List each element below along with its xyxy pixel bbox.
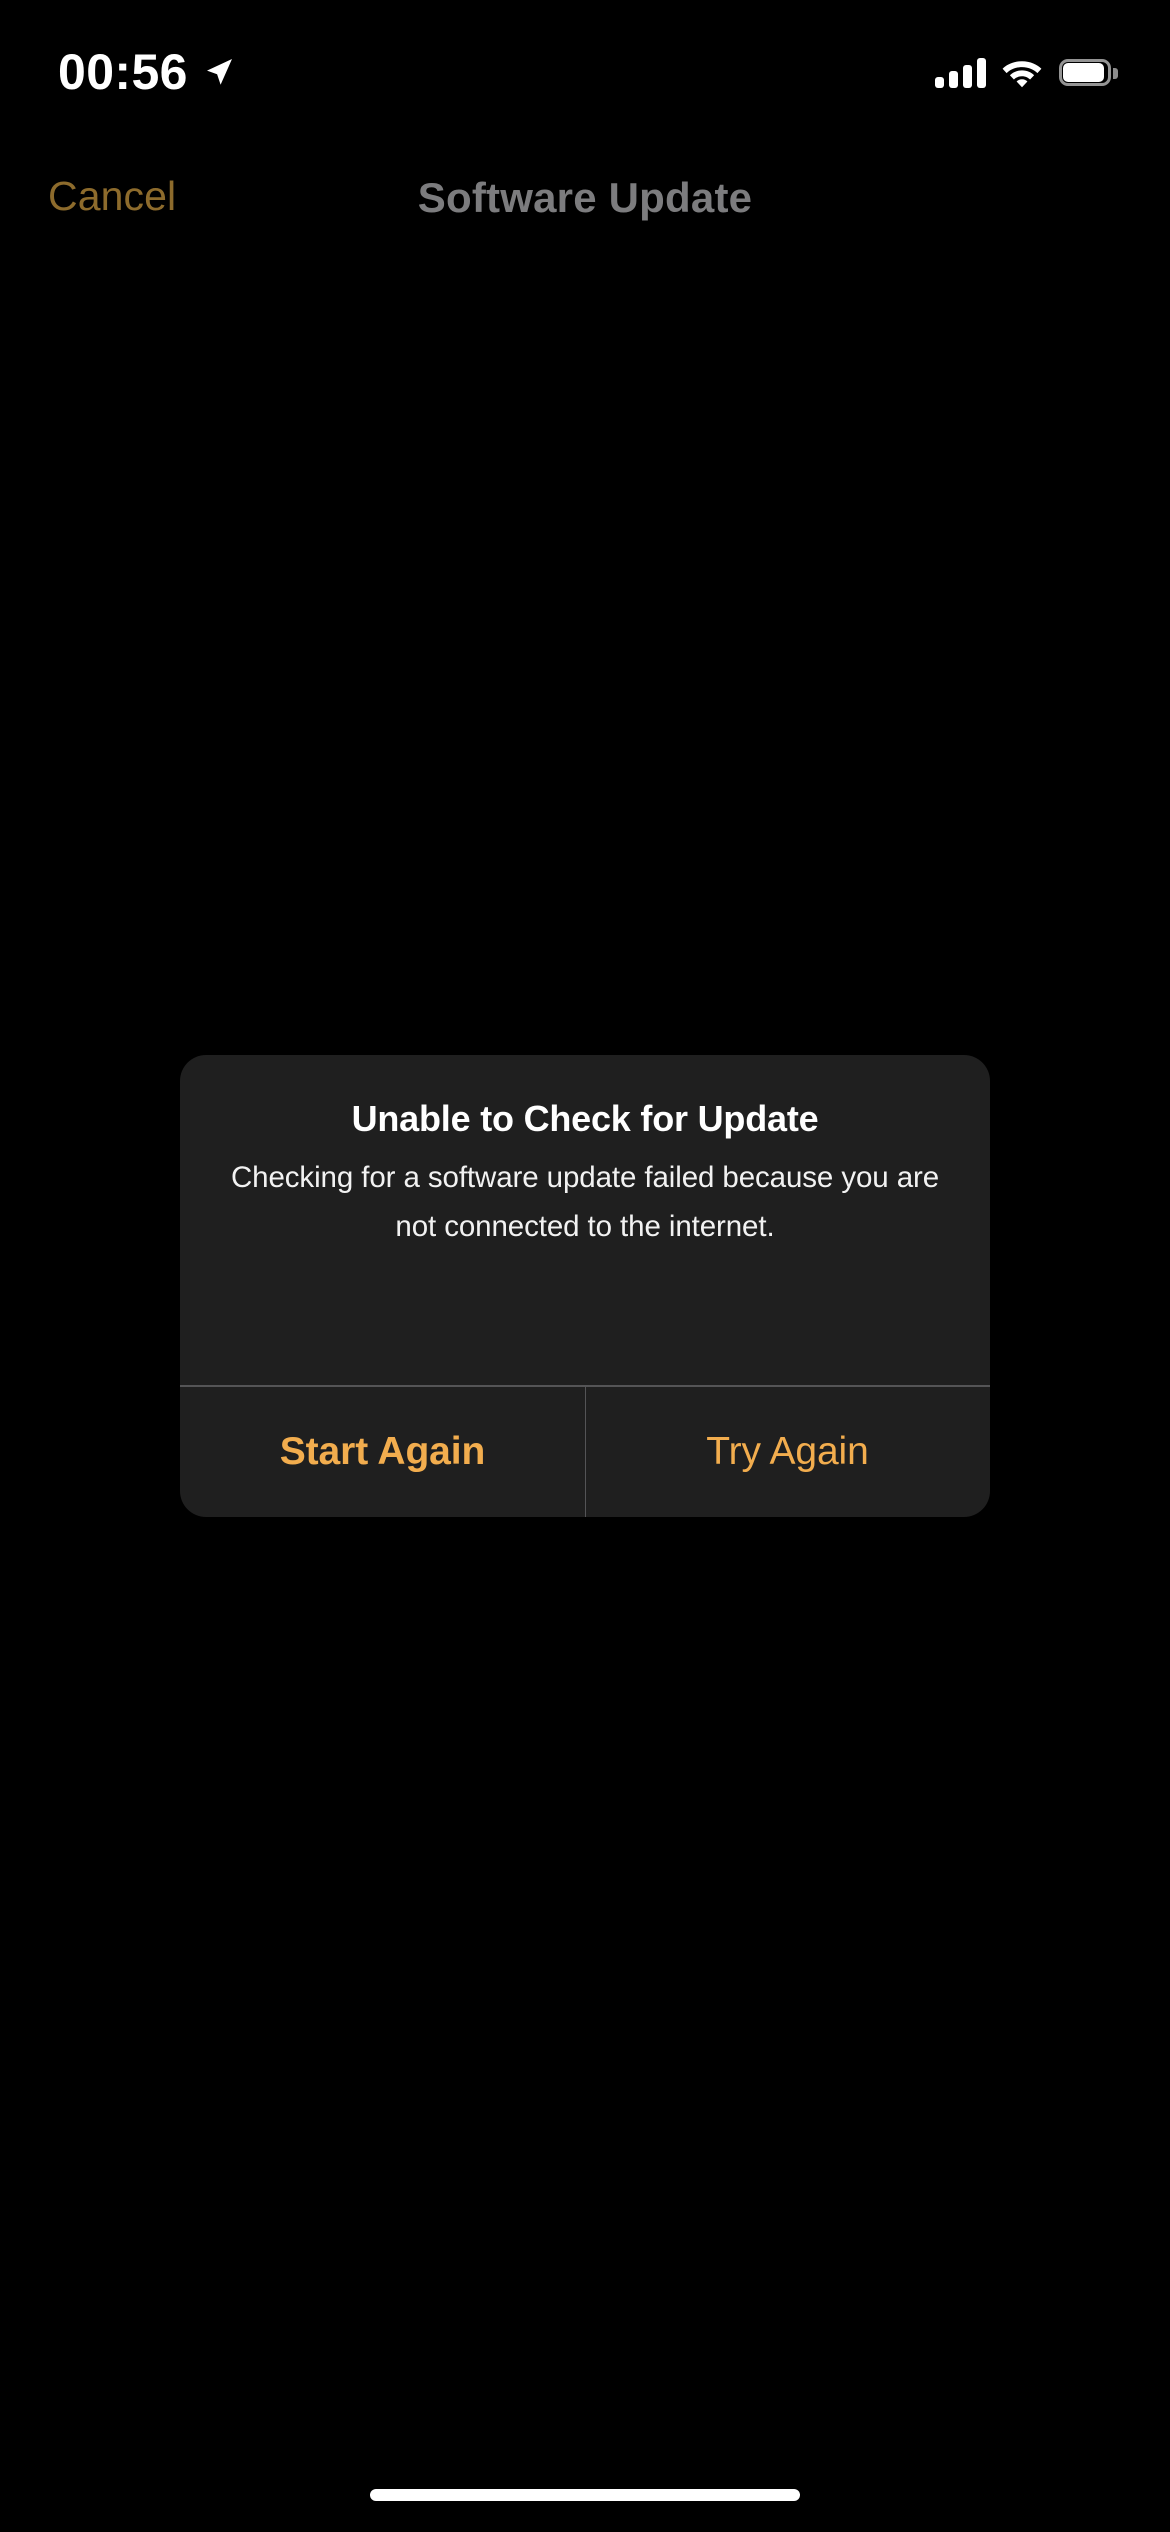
navigation-bar: Cancel Software Update — [0, 150, 1170, 240]
battery-fill — [1063, 62, 1104, 82]
location-arrow-icon — [202, 55, 236, 89]
battery-cap — [1113, 67, 1118, 79]
start-again-button[interactable]: Start Again — [180, 1387, 585, 1518]
alert-message: Checking for a software update failed be… — [230, 1161, 940, 1243]
status-bar-left: 00:56 — [58, 44, 236, 100]
try-again-button[interactable]: Try Again — [585, 1387, 990, 1518]
battery-icon — [1059, 58, 1118, 88]
status-bar-right — [935, 52, 1118, 94]
status-bar-clock: 00:56 — [58, 44, 188, 100]
alert-title: Unable to Check for Update — [351, 1098, 819, 1139]
cellular-signal-icon — [935, 58, 986, 88]
home-indicator[interactable] — [370, 2489, 800, 2501]
alert-dialog: Unable to Check for Update Checking for … — [180, 1055, 990, 1517]
status-bar: 00:56 — [0, 0, 1170, 140]
alert-content: Unable to Check for Update Checking for … — [180, 1055, 990, 1385]
alert-vertical-divider — [584, 1386, 586, 1517]
page-title: Software Update — [417, 174, 753, 221]
wifi-icon — [1002, 58, 1042, 88]
